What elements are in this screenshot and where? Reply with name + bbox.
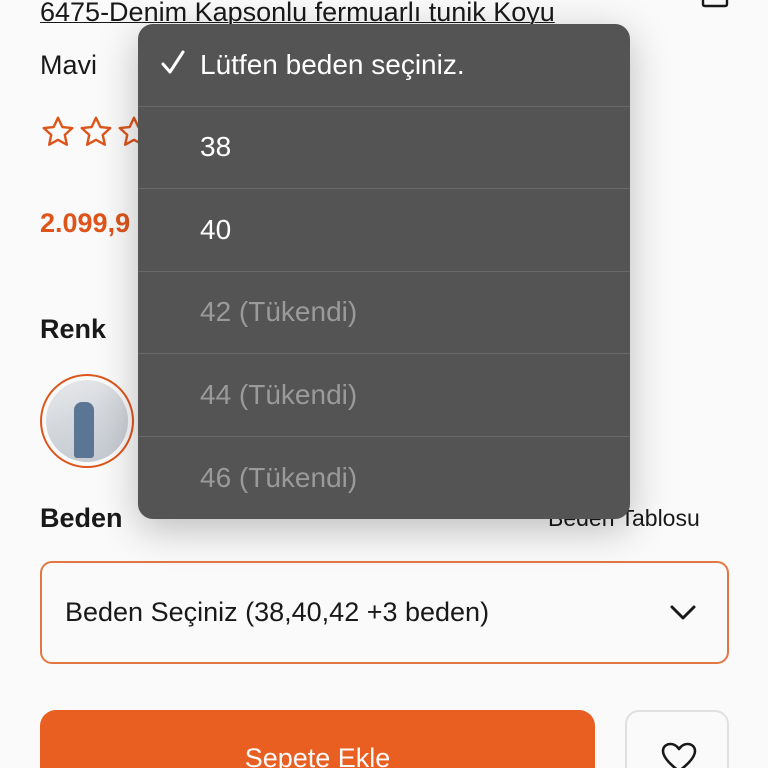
dropdown-option-label: 38 xyxy=(200,131,232,163)
size-dropdown-menu: Lütfen beden seçiniz. 38 40 42 (Tükendi)… xyxy=(138,24,630,519)
dropdown-option-44: 44 (Tükendi) xyxy=(138,354,630,437)
dropdown-option-label: 46 (Tükendi) xyxy=(200,461,358,493)
dropdown-option-label: 44 (Tükendi) xyxy=(200,378,358,410)
dropdown-option-label: 40 xyxy=(200,213,232,245)
dropdown-option-placeholder[interactable]: Lütfen beden seçiniz. xyxy=(138,24,630,107)
dropdown-option-40[interactable]: 40 xyxy=(138,189,630,272)
dropdown-option-46: 46 (Tükendi) xyxy=(138,437,630,520)
dropdown-option-38[interactable]: 38 xyxy=(138,107,630,189)
checkmark-icon xyxy=(161,50,185,74)
dropdown-option-label: 42 (Tükendi) xyxy=(200,296,358,328)
dropdown-option-label: Lütfen beden seçiniz. xyxy=(200,48,465,80)
dropdown-option-42: 42 (Tükendi) xyxy=(138,272,630,354)
